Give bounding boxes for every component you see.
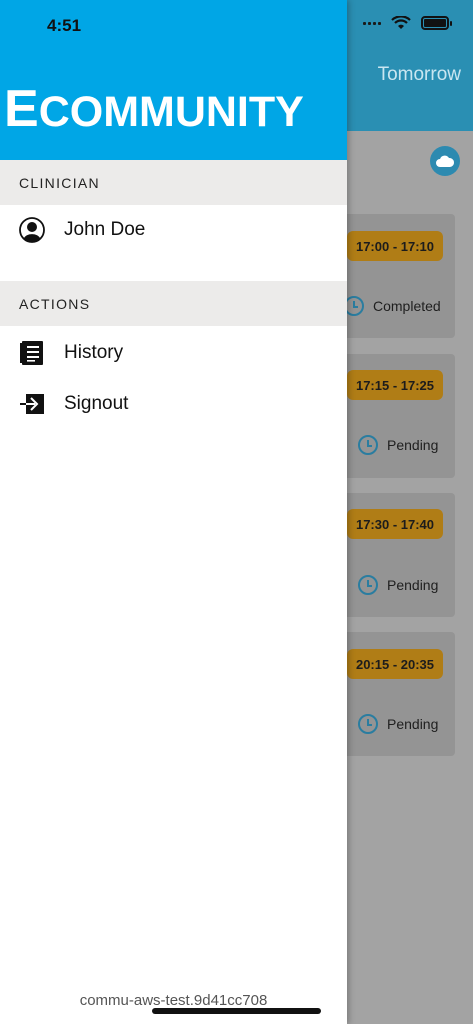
menu-label: Signout (64, 393, 129, 414)
clock-icon (358, 575, 378, 595)
menu-label: John Doe (64, 219, 146, 240)
appointment-status: Pending (358, 714, 438, 734)
signal-icon (363, 21, 381, 25)
navigation-drawer: 4:51 ECOMMUNITY CLINICIAN John Doe ACTIO… (0, 0, 347, 1024)
appointment-status: Completed (344, 296, 441, 316)
app-logo: ECOMMUNITY (4, 80, 304, 141)
section-header-actions: ACTIONS (0, 281, 347, 326)
appointment-time-badge: 17:15 - 17:25 (347, 370, 443, 400)
appointment-status-label: Completed (373, 298, 441, 314)
logo-rest: COMMUNITY (38, 88, 304, 136)
battery-icon (421, 16, 452, 30)
drawer-header: 4:51 ECOMMUNITY (0, 0, 347, 160)
appointment-time-badge: 17:00 - 17:10 (347, 231, 443, 261)
appointment-status: Pending (358, 575, 438, 595)
menu-label: History (64, 342, 124, 363)
history-icon (18, 339, 46, 367)
user-icon (18, 216, 46, 244)
app-version: commu-aws-test.9d41cc708 (79, 992, 268, 1009)
status-icons (363, 16, 452, 30)
menu-item-signout[interactable]: Signout (0, 380, 347, 428)
clock-icon (344, 296, 364, 316)
appointment-status-label: Pending (387, 577, 439, 593)
status-time: 4:51 (47, 16, 82, 35)
signout-icon (18, 390, 46, 418)
appointment-time-badge: 17:30 - 17:40 (347, 509, 443, 539)
home-indicator[interactable] (152, 1008, 321, 1014)
appointment-time-badge: 20:15 - 20:35 (347, 649, 443, 679)
menu-item-history[interactable]: History (0, 329, 347, 377)
tomorrow-tab[interactable]: Tomorrow (378, 64, 461, 86)
appointment-status-label: Pending (387, 437, 439, 453)
appointment-status: Pending (358, 435, 438, 455)
menu-item-clinician[interactable]: John Doe (0, 206, 347, 254)
section-header-clinician: CLINICIAN (0, 160, 347, 205)
cloud-icon (436, 155, 455, 167)
cloud-sync-button[interactable] (430, 146, 460, 176)
logo-lead: E (4, 80, 39, 138)
appointment-status-label: Pending (387, 716, 439, 732)
clock-icon (358, 435, 378, 455)
clock-icon (358, 714, 378, 734)
wifi-icon (391, 16, 411, 29)
